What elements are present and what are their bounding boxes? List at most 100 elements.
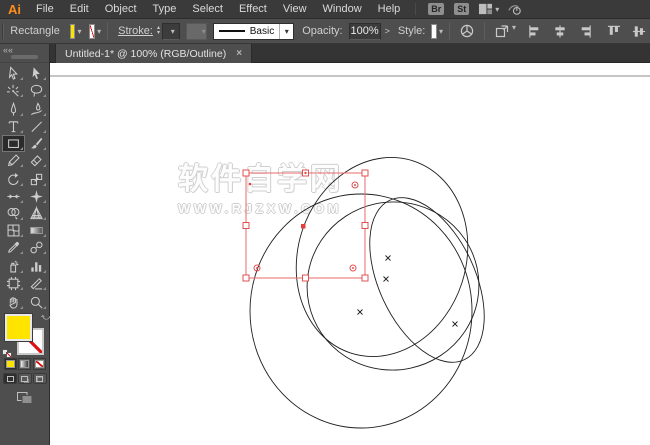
tool-direct-selection[interactable]	[25, 65, 48, 82]
eraser-icon	[30, 155, 42, 167]
gradient-button[interactable]	[18, 358, 32, 370]
separator	[107, 22, 109, 40]
tool-blend[interactable]	[25, 239, 48, 256]
style-swatch[interactable]	[431, 23, 437, 39]
color-button[interactable]	[3, 358, 17, 370]
tool-line-segment[interactable]	[25, 118, 48, 135]
sync-settings-button[interactable]	[507, 2, 522, 16]
opacity-more-button[interactable]: >	[381, 26, 394, 36]
stroke-chevron-icon[interactable]: ▾	[97, 27, 101, 36]
menu-type[interactable]: Type	[145, 3, 185, 15]
tool-slice[interactable]	[25, 275, 48, 292]
transform-flyout-button[interactable]: ▾	[494, 23, 516, 39]
brush-stroke-preview	[218, 30, 245, 32]
menu-help[interactable]: Help	[370, 3, 409, 15]
gradient-icon	[20, 360, 30, 368]
tool-rectangle[interactable]	[1, 135, 25, 152]
draw-normal-button[interactable]	[3, 373, 18, 384]
zoom-icon	[30, 296, 42, 309]
align-center-button[interactable]	[552, 24, 568, 39]
menu-window[interactable]: Window	[315, 3, 370, 15]
color-type-buttons	[0, 358, 50, 370]
fill-indicator-swatch[interactable]	[5, 314, 32, 341]
menu-view[interactable]: View	[275, 3, 315, 15]
tool-magic-wand[interactable]	[2, 82, 25, 99]
stroke-color-swatch[interactable]	[89, 23, 96, 39]
tool-rotate[interactable]	[2, 171, 25, 188]
stroke-weight-combo[interactable]: ▾	[161, 22, 180, 40]
canvas[interactable]: 软件自学网 WWW.RJZXW.COM	[50, 63, 650, 445]
vertical-align-center-button[interactable]	[631, 24, 647, 39]
tool-selection[interactable]	[2, 65, 25, 82]
tools-panel-header[interactable]: ««	[0, 44, 49, 63]
tool-symbol-sprayer[interactable]	[2, 258, 25, 275]
tool-shape-builder[interactable]	[2, 205, 25, 222]
tool-width[interactable]	[2, 188, 25, 205]
none-button[interactable]	[33, 358, 47, 370]
tool-zoom[interactable]	[25, 294, 48, 311]
vertical-align-top-button[interactable]	[606, 24, 622, 39]
tool-curvature[interactable]	[25, 101, 48, 118]
tool-eraser[interactable]	[25, 152, 48, 169]
opacity-label: Opacity:	[302, 25, 343, 37]
align-right-button[interactable]	[577, 24, 593, 39]
tool-artboard[interactable]	[2, 275, 25, 292]
document-title: Untitled-1* @ 100% (RGB/Outline)	[65, 47, 227, 60]
style-chevron-icon[interactable]: ▾	[439, 27, 443, 36]
horizontal-align-left-icon	[529, 24, 539, 38]
stroke-panel-link[interactable]: Stroke:	[118, 25, 153, 37]
menu-file[interactable]: File	[28, 3, 62, 15]
screen-mode-icon	[17, 392, 33, 404]
blend-icon	[29, 241, 43, 254]
column-graph-icon	[30, 262, 41, 272]
screen-mode-button[interactable]	[0, 390, 50, 405]
tool-perspective-grid[interactable]	[25, 205, 48, 222]
fill-chevron-icon[interactable]: ▾	[77, 27, 81, 36]
curvature-icon	[30, 102, 42, 116]
styles-panel-button[interactable]: St	[454, 3, 470, 15]
recolor-artwork-button[interactable]	[459, 23, 475, 39]
menu-select[interactable]: Select	[184, 3, 231, 15]
horizontal-align-center-icon	[555, 24, 565, 38]
tool-scale[interactable]	[25, 171, 48, 188]
tool-hand[interactable]	[2, 294, 25, 311]
tab-close-button[interactable]: ×	[236, 48, 242, 59]
tool-paintbrush[interactable]	[25, 135, 48, 152]
pencil-icon	[7, 154, 20, 167]
default-fill-stroke-icon[interactable]	[2, 349, 12, 358]
menu-edit[interactable]: Edit	[62, 3, 97, 15]
mesh-icon	[7, 224, 19, 237]
tool-gradient[interactable]	[25, 222, 48, 239]
tool-mesh[interactable]	[2, 222, 25, 239]
color-wheel-icon	[460, 24, 474, 38]
collapse-panel-icon[interactable]: ««	[3, 45, 13, 55]
brush-name: Basic	[249, 25, 275, 37]
tool-lasso[interactable]	[25, 82, 48, 99]
panel-drag-handle[interactable]	[11, 55, 38, 59]
menu-effect[interactable]: Effect	[231, 3, 275, 15]
tool-type[interactable]	[2, 118, 25, 135]
brushes-panel-button[interactable]: Br	[428, 3, 445, 15]
rectangle-icon	[7, 139, 19, 148]
align-left-button[interactable]	[527, 24, 543, 39]
control-bar: Rectangle ▾ ▾ Stroke: ▴ ▾ ▾ ▾ Basic ▾ Opa…	[0, 19, 650, 44]
tool-column-graph[interactable]	[25, 258, 48, 275]
fill-color-swatch[interactable]	[69, 23, 76, 39]
workspace-switcher-button[interactable]: ▾	[478, 2, 499, 16]
document-tab[interactable]: Untitled-1* @ 100% (RGB/Outline) ×	[55, 44, 253, 63]
swap-fill-stroke-icon[interactable]: ⤸	[40, 315, 51, 320]
tool-eyedropper[interactable]	[2, 239, 25, 256]
style-label: Style:	[397, 25, 426, 37]
separator	[483, 22, 485, 40]
brush-definition-combo[interactable]: Basic ▾	[212, 22, 295, 40]
tool-pencil[interactable]	[2, 152, 25, 169]
tool-free-transform[interactable]	[25, 188, 48, 205]
opacity-field[interactable]: 100%	[348, 22, 381, 40]
stroke-weight-stepper[interactable]: ▴ ▾	[157, 25, 160, 36]
selection-bounding-box[interactable]	[242, 169, 369, 282]
type-icon	[8, 121, 18, 133]
draw-behind-button[interactable]	[17, 373, 32, 384]
tool-pen[interactable]	[2, 101, 25, 118]
menu-object[interactable]: Object	[97, 3, 145, 15]
draw-inside-button[interactable]	[32, 373, 47, 384]
